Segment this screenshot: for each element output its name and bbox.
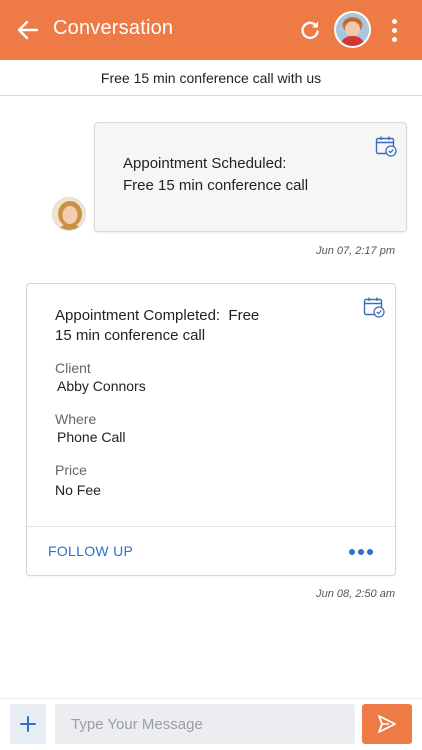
user-avatar[interactable] <box>334 11 371 48</box>
card-heading-line2: Free 15 min conference call <box>123 177 309 194</box>
follow-up-button[interactable]: FOLLOW UP <box>48 543 133 559</box>
client-label: Client <box>55 360 91 376</box>
refresh-button[interactable] <box>296 16 324 44</box>
message-input[interactable] <box>55 704 355 744</box>
vertical-dots-icon <box>391 18 397 24</box>
back-button[interactable] <box>14 16 42 44</box>
plus-icon <box>20 716 36 732</box>
price-label: Price <box>55 462 87 478</box>
refresh-icon <box>301 21 319 40</box>
calendar-check-icon <box>363 297 385 318</box>
more-options-button[interactable] <box>382 14 406 46</box>
calendar-check-icon <box>375 136 397 157</box>
price-value: No Fee <box>55 482 101 498</box>
card-heading-line1: Appointment Scheduled: <box>123 155 287 172</box>
card-heading-line2: 15 min conference call <box>55 327 206 344</box>
where-value: Phone Call <box>57 429 126 445</box>
app-bar: Conversation <box>0 0 422 60</box>
client-value: Abby Connors <box>57 378 146 394</box>
profile-photo-icon <box>53 198 85 230</box>
sender-avatar <box>52 197 86 231</box>
appointment-scheduled-card[interactable]: Appointment Scheduled: Free 15 min confe… <box>94 122 407 232</box>
conversation-subject: Free 15 min conference call with us <box>0 60 422 96</box>
horizontal-dots-icon <box>349 549 355 555</box>
message-timestamp: Jun 08, 2:50 am <box>316 588 395 600</box>
profile-photo-icon <box>336 13 369 46</box>
message-composer <box>0 698 422 750</box>
arrow-left-icon <box>17 20 39 40</box>
card-more-button[interactable] <box>349 546 373 558</box>
send-icon <box>378 715 396 733</box>
add-attachment-button[interactable] <box>10 704 46 744</box>
send-button[interactable] <box>362 704 412 744</box>
message-timestamp: Jun 07, 2:17 pm <box>316 245 395 257</box>
card-heading-line1: Appointment Completed: Free <box>55 307 260 324</box>
card-divider <box>27 526 395 527</box>
page-title: Conversation <box>53 17 174 39</box>
where-label: Where <box>55 411 97 427</box>
appointment-completed-card: Appointment Completed: Free 15 min confe… <box>26 283 396 576</box>
